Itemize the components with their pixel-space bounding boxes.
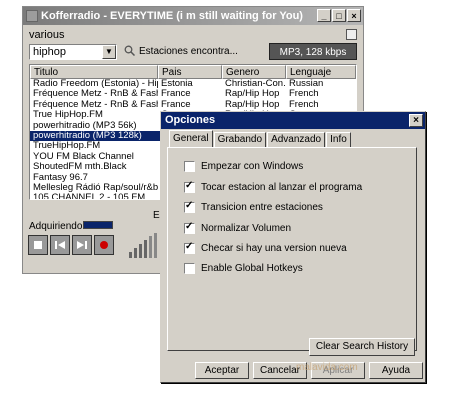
station-title-cell: True HipHop.FM — [33, 110, 103, 121]
option-start-with-windows[interactable]: Empezar con Windows — [184, 160, 303, 173]
checkbox[interactable] — [184, 263, 195, 274]
maximize-button[interactable]: □ — [332, 9, 346, 22]
option-label: Transicion entre estaciones — [201, 202, 323, 213]
option-check-updates[interactable]: Checar si hay una version nueva — [184, 241, 347, 255]
app-icon — [26, 10, 38, 22]
checkbox[interactable] — [184, 161, 195, 172]
minimize-button[interactable]: _ — [317, 9, 331, 22]
tab-info[interactable]: Info — [326, 132, 351, 148]
option-label: Enable Global Hotkeys — [201, 263, 303, 274]
option-station-transition[interactable]: Transicion entre estaciones — [184, 200, 323, 214]
previous-icon — [55, 241, 65, 249]
search-icon[interactable] — [124, 45, 135, 56]
general-panel: Empezar con Windows Tocar estacion al la… — [167, 147, 417, 356]
station-country-cell: France — [161, 89, 191, 100]
station-title-cell: Fréquence Metz - RnB & Fashion... — [33, 89, 158, 100]
station-title-cell: powerhitradio (MP3 56k) — [33, 120, 137, 131]
previous-button[interactable] — [50, 235, 70, 255]
dialog-title: Opciones — [165, 114, 216, 126]
window-titlebar[interactable]: Kofferradio - EVERYTIME (i m still waiti… — [23, 7, 363, 25]
tab-advanzado[interactable]: Advanzado — [267, 132, 326, 148]
settings-icon[interactable] — [346, 29, 357, 40]
help-button[interactable]: Ayuda — [369, 362, 423, 379]
accept-button[interactable]: Aceptar — [195, 362, 249, 379]
checkbox[interactable] — [184, 180, 195, 193]
station-row[interactable]: Radio Freedom (Estonia) - HipHopEstonia C… — [30, 79, 356, 89]
station-genre-cell: Rap/Hip Hop — [225, 99, 280, 110]
station-genre-cell: Rap/Hip Hop — [225, 89, 280, 100]
acquiring-label: Adquiriendo... — [29, 221, 91, 232]
tab-general[interactable]: General — [169, 130, 213, 148]
station-title-cell: ShoutedFM mth.Black — [33, 162, 127, 173]
dialog-titlebar[interactable]: Opciones — [161, 112, 425, 129]
station-country-cell: France — [161, 99, 191, 110]
option-normalize-volume[interactable]: Normalizar Volumen — [184, 221, 292, 235]
station-title-cell: powerhitradio (MP3 128k) — [33, 130, 142, 141]
station-language-cell: Russian — [289, 79, 324, 89]
player-controls — [28, 235, 114, 255]
next-icon — [77, 241, 87, 249]
station-language-cell: French — [289, 89, 319, 100]
station-title-cell: Fantasy 96.7 — [33, 172, 88, 183]
station-row[interactable]: Fréquence Metz - RnB & Fashion...France R… — [30, 100, 356, 110]
stop-icon — [34, 241, 42, 249]
dialog-close-button[interactable]: × — [409, 114, 423, 127]
clear-search-history-button[interactable]: Clear Search History — [309, 338, 415, 356]
station-title-cell: 105 CHANNEL 2 - 105 FM — [33, 193, 146, 200]
option-label: Checar si hay una version nueva — [201, 243, 347, 254]
genre-select-value: hiphop — [33, 46, 67, 58]
option-label: Empezar con Windows — [201, 161, 304, 172]
record-icon — [100, 241, 108, 249]
column-header-genre[interactable]: Genero — [222, 65, 286, 79]
checkbox[interactable] — [184, 200, 195, 213]
checkbox[interactable] — [184, 221, 195, 234]
station-title-cell: TrueHipHop.FM — [33, 141, 101, 152]
genre-status-label: various — [29, 29, 65, 41]
station-title-cell: Radio Freedom (Estonia) - HipHop — [33, 79, 158, 89]
station-row[interactable]: Fréquence Metz - RnB & Fashion...France R… — [30, 89, 356, 99]
next-button[interactable] — [72, 235, 92, 255]
close-button[interactable]: × — [347, 9, 361, 22]
chevron-down-icon[interactable]: ▼ — [102, 45, 116, 59]
option-label: Tocar estacion al lanzar el programa — [201, 182, 363, 193]
stations-found-label: Estaciones encontra... — [139, 46, 238, 57]
option-global-hotkeys[interactable]: Enable Global Hotkeys — [184, 262, 303, 275]
list-header: Titulo Pais Genero Lenguaje — [30, 65, 356, 79]
checkbox[interactable] — [184, 241, 195, 254]
station-language-cell: French — [289, 99, 319, 110]
window-title: Kofferradio - EVERYTIME (i m still waiti… — [41, 10, 303, 22]
station-title-cell: Fréquence Metz - RnB & Fashion... — [33, 99, 158, 110]
station-title-cell: Mellesleg Rádió Rap/soul/r&b/hi... — [33, 182, 158, 193]
bitrate-button[interactable]: MP3, 128 kbps — [269, 43, 357, 60]
station-genre-cell: Christian-Con... — [225, 79, 286, 89]
stop-button[interactable] — [28, 235, 48, 255]
column-header-country[interactable]: Pais — [158, 65, 222, 79]
tab-grabando[interactable]: Grabando — [213, 132, 267, 148]
genre-select[interactable]: hiphop ▼ — [29, 44, 117, 60]
column-header-title[interactable]: Titulo — [30, 65, 158, 79]
station-title-cell: YOU FM Black Channel — [33, 151, 134, 162]
option-play-on-launch[interactable]: Tocar estacion al lanzar el programa — [184, 180, 363, 194]
watermark-logo: malavida.com — [296, 362, 358, 373]
options-dialog: Opciones × General Grabando Advanzado In… — [160, 111, 426, 383]
record-button[interactable] — [94, 235, 114, 255]
option-label: Normalizar Volumen — [201, 223, 292, 234]
acquiring-progress-bar — [83, 221, 113, 229]
column-header-language[interactable]: Lenguaje — [286, 65, 356, 79]
dialog-tabs: General Grabando Advanzado Info — [169, 130, 352, 148]
station-country-cell: Estonia — [161, 79, 193, 89]
